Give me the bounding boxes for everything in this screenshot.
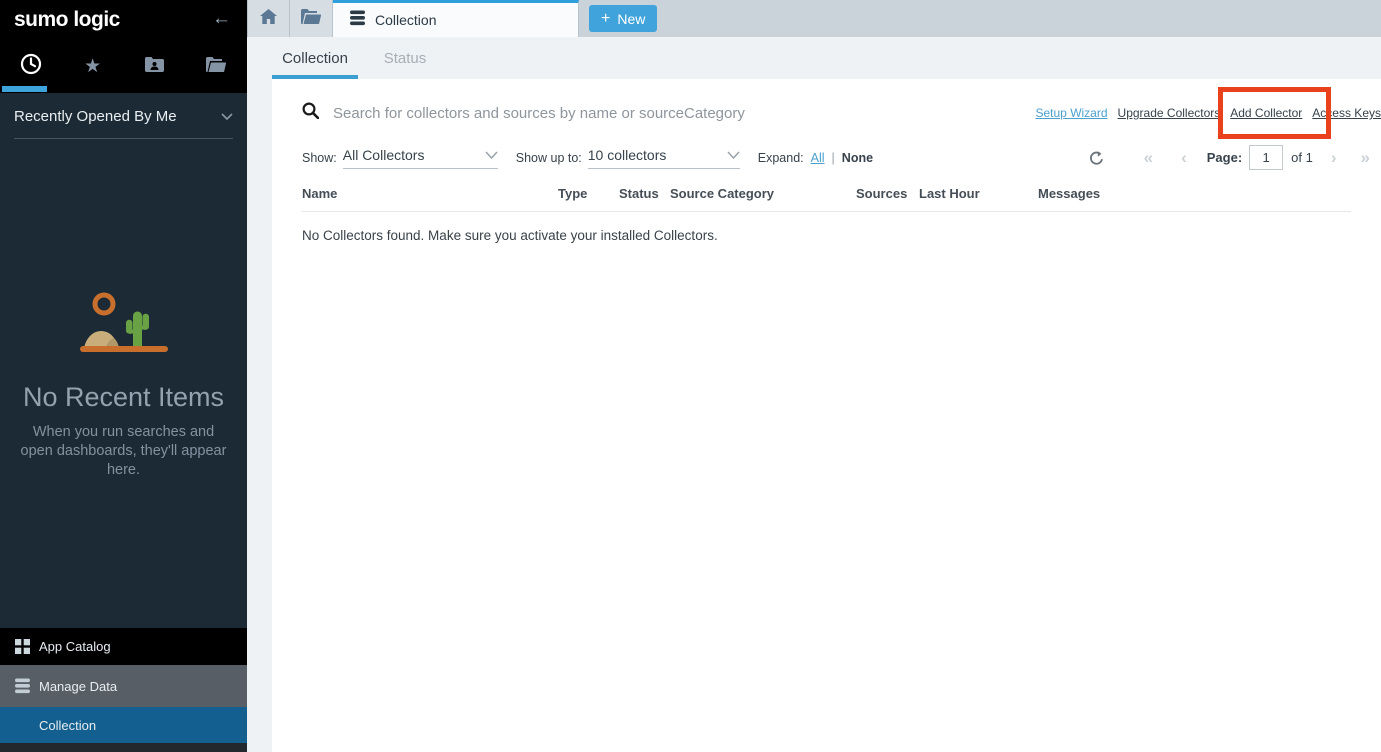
empty-table-message: No Collectors found. Make sure you activ…	[302, 228, 1351, 243]
panel-toolbar: Search for collectors and sources by nam…	[272, 99, 1381, 127]
top-tab-bar: Collection + New	[247, 0, 1381, 37]
show-filter-value: All Collectors	[343, 147, 425, 163]
collapse-sidebar-icon[interactable]: ←	[212, 8, 231, 30]
subtab-status[interactable]: Status	[374, 37, 436, 79]
page-count-label: of 1	[1291, 150, 1313, 165]
new-button-label: New	[617, 11, 645, 27]
nav-favorites-tab[interactable]: ★	[62, 40, 124, 93]
search-icon	[302, 102, 319, 124]
home-icon	[260, 9, 277, 29]
database-icon	[10, 678, 34, 694]
tab-label: Collection	[375, 12, 436, 28]
database-icon	[349, 10, 366, 31]
nav-library-tab[interactable]	[185, 40, 247, 93]
page-label: Page:	[1207, 150, 1242, 165]
chevron-down-icon	[727, 146, 740, 164]
column-header-name[interactable]: Name	[302, 186, 558, 201]
cactus-trunk	[133, 312, 142, 349]
sidebar-item-label: App Catalog	[39, 639, 111, 654]
next-page-icon[interactable]: ›	[1331, 148, 1337, 168]
show-filter-label: Show:	[302, 151, 337, 165]
sub-tab-bar: Collection Status	[247, 37, 1381, 79]
no-recent-items-title: No Recent Items	[0, 382, 247, 413]
column-header-type[interactable]: Type	[558, 186, 619, 201]
upto-filter-value: 10 collectors	[588, 147, 667, 163]
expand-label: Expand:	[758, 151, 804, 165]
first-page-icon[interactable]: «	[1144, 148, 1153, 168]
collectors-table-header: Name Type Status Source Category Sources…	[302, 186, 1351, 212]
recent-filter-label: Recently Opened By Me	[14, 108, 177, 125]
desert-illustration	[0, 290, 247, 361]
chevron-down-icon	[485, 146, 498, 164]
expand-all-link[interactable]: All	[811, 151, 825, 165]
column-header-last-hour[interactable]: Last Hour	[919, 186, 1038, 201]
pipe-divider: |	[832, 151, 835, 165]
clock-icon	[20, 53, 42, 80]
sidebar-item-label: Collection	[39, 718, 96, 733]
collection-panel: Search for collectors and sources by nam…	[272, 79, 1381, 752]
chevron-down-icon	[221, 107, 233, 125]
setup-wizard-link[interactable]: Setup Wizard	[1036, 106, 1108, 120]
page-number-input[interactable]	[1249, 145, 1283, 170]
nav-personal-folder-tab[interactable]	[124, 40, 186, 93]
last-page-icon[interactable]: »	[1361, 148, 1370, 168]
tab-collection[interactable]: Collection	[333, 0, 579, 37]
refresh-icon[interactable]	[1089, 150, 1104, 166]
sidebar-header: sumo logic ←	[0, 0, 247, 40]
recent-filter-dropdown[interactable]: Recently Opened By Me	[14, 107, 233, 139]
new-button[interactable]: + New	[589, 5, 657, 32]
column-header-sources[interactable]: Sources	[856, 186, 919, 201]
library-button[interactable]	[290, 0, 333, 37]
previous-page-icon[interactable]: ‹	[1181, 148, 1187, 168]
subtab-collection[interactable]: Collection	[272, 37, 358, 79]
add-collector-link[interactable]: Add Collector	[1230, 106, 1302, 120]
app-window: sumo logic ← ★	[0, 0, 1381, 752]
open-folder-icon	[301, 9, 321, 29]
ground-line	[80, 346, 168, 352]
sidebar-bottom-menu: App Catalog Manage Data Collection	[0, 628, 247, 752]
sidebar-item-label: Manage Data	[39, 679, 117, 694]
sidebar-item-app-catalog[interactable]: App Catalog	[0, 628, 247, 665]
pagination-controls: « ‹ Page: of 1 › »	[1089, 145, 1370, 170]
expand-none-link[interactable]: None	[842, 151, 873, 165]
star-icon: ★	[84, 57, 101, 76]
person-folder-icon	[145, 56, 164, 77]
column-header-status[interactable]: Status	[619, 186, 670, 201]
search-input[interactable]: Search for collectors and sources by nam…	[302, 102, 745, 124]
upto-filter-label: Show up to:	[516, 151, 582, 165]
no-recent-items-subtitle: When you run searches and open dashboard…	[18, 423, 229, 480]
open-folder-icon	[206, 57, 226, 77]
grid-icon	[10, 639, 34, 654]
active-nav-indicator	[2, 86, 47, 92]
sidebar-nav-iconbar: ★	[0, 40, 247, 93]
main-area: Collection + New Collection Status Searc…	[247, 0, 1381, 752]
upgrade-collectors-link[interactable]: Upgrade Collectors	[1118, 106, 1221, 120]
plus-icon: +	[601, 10, 610, 28]
sidebar-item-partial[interactable]	[0, 743, 247, 752]
left-sidebar: sumo logic ← ★	[0, 0, 247, 752]
access-keys-link[interactable]: Access Keys	[1312, 106, 1381, 120]
filter-row: Show: All Collectors Show up to: 10 coll…	[272, 145, 1381, 170]
search-placeholder: Search for collectors and sources by nam…	[333, 105, 745, 122]
column-header-source-category[interactable]: Source Category	[670, 186, 856, 201]
sumo-logic-logo: sumo logic	[0, 8, 120, 32]
column-header-messages[interactable]: Messages	[1038, 186, 1351, 201]
sidebar-item-manage-data[interactable]: Manage Data	[0, 665, 247, 707]
sidebar-item-collection[interactable]: Collection	[0, 707, 247, 743]
sun-icon	[95, 295, 113, 313]
home-button[interactable]	[247, 0, 290, 37]
show-filter-dropdown[interactable]: All Collectors	[343, 146, 498, 169]
quick-links: Setup Wizard Upgrade Collectors Add Coll…	[1036, 106, 1381, 120]
upto-filter-dropdown[interactable]: 10 collectors	[588, 146, 740, 169]
